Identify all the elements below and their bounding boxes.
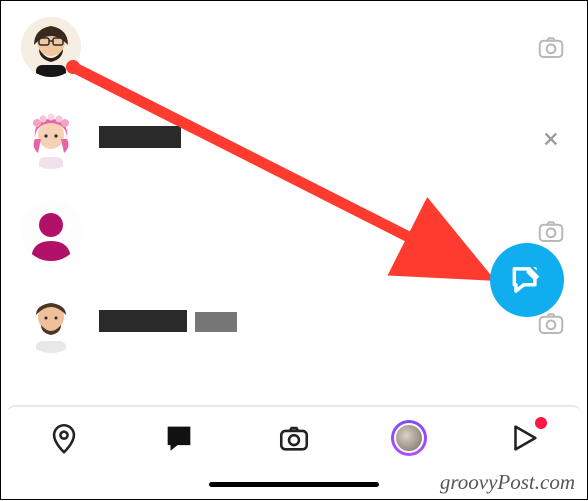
chat-list: × <box>1 1 587 424</box>
avatar[interactable] <box>21 293 81 353</box>
stories-ring-icon <box>391 420 427 456</box>
avatar[interactable] <box>21 109 81 169</box>
notification-badge <box>535 417 547 429</box>
camera-icon[interactable] <box>535 215 567 247</box>
close-icon[interactable]: × <box>535 123 567 155</box>
nav-map[interactable] <box>43 417 85 459</box>
redacted-name <box>195 312 237 332</box>
chat-name-area <box>99 310 535 336</box>
new-message-button[interactable] <box>490 243 564 317</box>
home-indicator <box>209 482 379 487</box>
bottom-nav <box>7 405 581 469</box>
nav-chat[interactable] <box>158 417 200 459</box>
redacted-name <box>99 126 181 148</box>
chat-name-area <box>99 126 535 152</box>
avatar[interactable] <box>21 17 81 77</box>
watermark: groovyPost.com <box>440 470 575 495</box>
chat-row[interactable] <box>1 1 587 93</box>
avatar[interactable] <box>21 201 81 261</box>
chat-row[interactable]: × <box>1 93 587 185</box>
nav-stories[interactable] <box>388 417 430 459</box>
camera-icon[interactable] <box>535 31 567 63</box>
nav-camera[interactable] <box>273 417 315 459</box>
nav-spotlight[interactable] <box>503 417 545 459</box>
redacted-name <box>99 310 187 332</box>
